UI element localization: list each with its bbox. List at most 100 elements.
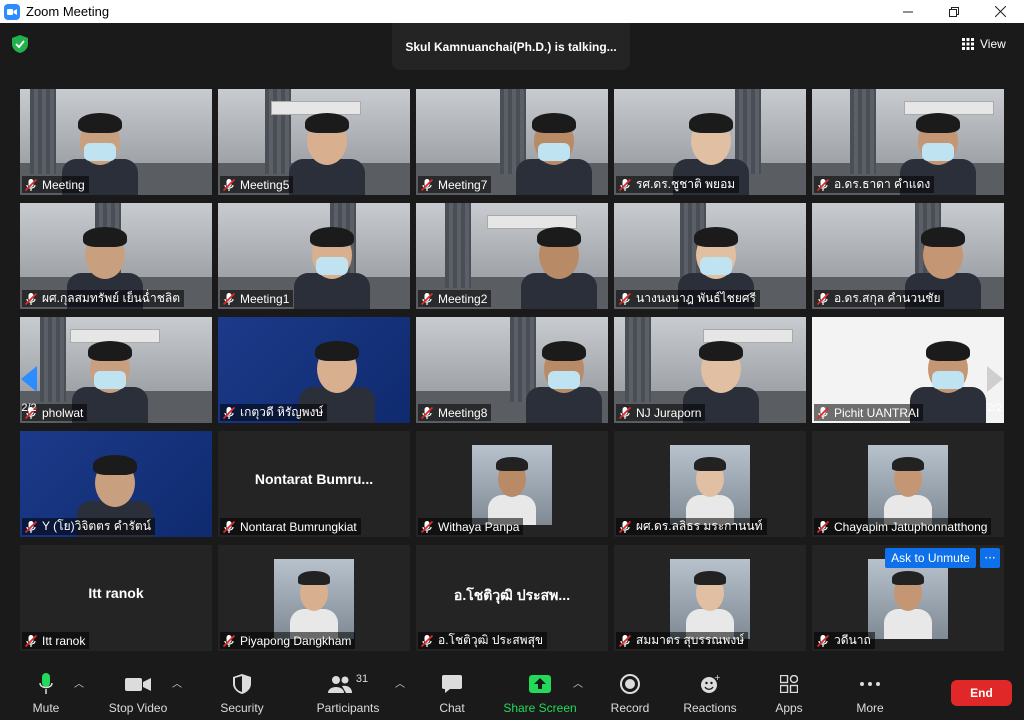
chat-bubble-icon [442, 675, 462, 693]
participant-tile[interactable]: Meeting5 [218, 89, 410, 195]
participant-tile[interactable]: อ.ดร.สกุล คำนวนชัย [812, 203, 1004, 309]
previous-page-button[interactable]: 2/2 [12, 353, 46, 427]
muted-microphone-icon [816, 634, 834, 648]
share-screen-label: Share Screen [503, 701, 577, 715]
profile-picture [868, 559, 948, 639]
apps-icon [780, 675, 798, 693]
restore-icon[interactable] [931, 0, 977, 23]
participant-tile[interactable]: Nontarat Bumru... Nontarat Bumrungkiat [218, 431, 410, 537]
muted-microphone-icon [420, 178, 438, 192]
profile-picture [472, 445, 552, 525]
ask-to-unmute-button[interactable]: Ask to Unmute [885, 548, 976, 568]
participant-name-label: Nontarat Bumrungkiat [220, 518, 361, 535]
view-button[interactable]: View [962, 33, 1006, 55]
profile-picture [670, 559, 750, 639]
participant-tile[interactable]: Withaya Panpa [416, 431, 608, 537]
end-meeting-button[interactable]: End [951, 680, 1012, 706]
participant-tile[interactable]: pholwat [20, 317, 212, 423]
reactions-button[interactable]: + Reactions [682, 671, 738, 717]
muted-microphone-icon [420, 634, 438, 648]
muted-microphone-icon [24, 520, 42, 534]
muted-microphone-icon [420, 520, 438, 534]
participant-name-label: อ.ดร.ธาดา คำแดง [814, 176, 935, 193]
apps-button[interactable]: Apps [774, 671, 804, 717]
participant-name-label: อ.ดร.สกุล คำนวนชัย [814, 290, 945, 307]
next-page-button[interactable]: 2/2 [978, 353, 1012, 427]
participant-tile[interactable]: รศ.ดร.ชูชาติ พยอม [614, 89, 806, 195]
participant-tile[interactable]: Itt ranok Itt ranok [20, 545, 212, 651]
participant-name: วดีนาถ [834, 633, 871, 647]
record-button[interactable]: Record [608, 671, 652, 717]
muted-microphone-icon [618, 634, 636, 648]
gallery-grid: Meeting Meeting5 Meeting7 รศ.ดร.ชูชาติ พยอม… [20, 89, 1004, 651]
participant-tile[interactable]: ผศ.กุลสมทรัพย์ เย็นฉ่ำชลิต [20, 203, 212, 309]
tile-more-button[interactable]: ··· [980, 548, 1000, 568]
muted-microphone-icon [24, 292, 42, 306]
participant-tile[interactable]: Meeting1 [218, 203, 410, 309]
participant-name: ผศ.ดร.ลลิธร มระกานนท์ [636, 519, 763, 533]
participant-tile[interactable]: เกตุวดี หิรัญพงษ์ [218, 317, 410, 423]
participant-name: อ.ดร.ธาดา คำแดง [834, 177, 931, 191]
participant-name: Meeting8 [438, 405, 488, 420]
participant-name-label: Meeting1 [220, 290, 294, 307]
participant-name-label: Y (โย)วิจิตตร คำรัตน์ [22, 518, 155, 535]
minimize-icon[interactable] [885, 0, 931, 23]
muted-microphone-icon [24, 634, 42, 648]
participant-display-name: Nontarat Bumru... [254, 471, 374, 487]
participants-count: 31 [355, 673, 369, 685]
participant-name-label: เกตุวดี หิรัญพงษ์ [220, 404, 328, 421]
participant-name-label: Meeting2 [418, 290, 492, 307]
participant-tile[interactable]: Meeting2 [416, 203, 608, 309]
close-icon[interactable] [977, 0, 1023, 23]
muted-microphone-icon [222, 292, 240, 306]
participants-button[interactable]: 31 Participants [312, 671, 384, 717]
security-button[interactable]: Security [214, 671, 270, 717]
encryption-shield-icon[interactable] [12, 35, 28, 53]
participant-tile[interactable]: อ.โชติวุฒิ ประสพ... อ.โชติวุฒิ ประสพสุข [416, 545, 608, 651]
share-screen-button[interactable]: Share Screen [503, 671, 577, 717]
profile-picture [868, 445, 948, 525]
video-options-chevron-icon[interactable]: ︿ [172, 675, 182, 690]
participant-tile[interactable]: สมมาตร สุบรรณพงษ์ [614, 545, 806, 651]
participant-name-label: สมมาตร สุบรรณพงษ์ [616, 632, 749, 649]
microphone-icon [39, 673, 53, 694]
more-button[interactable]: More [854, 671, 886, 717]
participant-name: ผศ.กุลสมทรัพย์ เย็นฉ่ำชลิต [42, 291, 181, 305]
muted-microphone-icon [222, 520, 240, 534]
chat-button[interactable]: Chat [436, 671, 468, 717]
stop-video-button[interactable]: Stop Video [104, 671, 172, 717]
mute-options-chevron-icon[interactable]: ︿ [74, 675, 84, 690]
mute-button[interactable]: Mute [24, 671, 68, 717]
muted-microphone-icon [222, 406, 240, 420]
participant-name-label: Chayapim Jatuphonnatthong [814, 518, 992, 535]
participant-name: อ.โชติวุฒิ ประสพสุข [438, 633, 544, 647]
participant-tile[interactable]: Meeting8 [416, 317, 608, 423]
participant-tile[interactable]: NJ Juraporn [614, 317, 806, 423]
participant-name: Meeting [42, 177, 85, 192]
apps-label: Apps [775, 701, 803, 715]
participant-name-label: ผศ.กุลสมทรัพย์ เย็นฉ่ำชลิต [22, 290, 185, 307]
participant-tile[interactable]: Meeting [20, 89, 212, 195]
participant-name: รศ.ดร.ชูชาติ พยอม [636, 177, 736, 191]
participant-tile[interactable]: อ.ดร.ธาดา คำแดง [812, 89, 1004, 195]
record-label: Record [610, 701, 650, 715]
participant-tile[interactable]: นางนงนาฎ พันธ์ไชยศรี [614, 203, 806, 309]
participant-name: Nontarat Bumrungkiat [240, 519, 357, 534]
participant-tile[interactable]: Pichit UANTRAI [812, 317, 1004, 423]
participant-tile[interactable]: Piyapong Dangkham [218, 545, 410, 651]
participant-tile[interactable]: Meeting7 [416, 89, 608, 195]
participant-name-label: Itt ranok [22, 632, 90, 649]
participant-tile[interactable]: Y (โย)วิจิตตร คำรัตน์ [20, 431, 212, 537]
participant-tile[interactable]: Chayapim Jatuphonnatthong [812, 431, 1004, 537]
participant-name: Meeting7 [438, 177, 488, 192]
security-shield-icon [233, 674, 251, 694]
share-options-chevron-icon[interactable]: ︿ [573, 675, 583, 690]
chat-label: Chat [439, 701, 465, 715]
participant-name-label: อ.โชติวุฒิ ประสพสุข [418, 632, 548, 649]
participant-name: Itt ranok [42, 633, 86, 648]
participant-tile[interactable]: ผศ.ดร.ลลิธร มระกานนท์ [614, 431, 806, 537]
participant-display-name: อ.โชติวุฒิ ประสพ... [453, 587, 571, 603]
participant-name: สมมาตร สุบรรณพงษ์ [636, 633, 745, 647]
participants-options-chevron-icon[interactable]: ︿ [395, 675, 405, 690]
participant-name: Withaya Panpa [438, 519, 520, 534]
